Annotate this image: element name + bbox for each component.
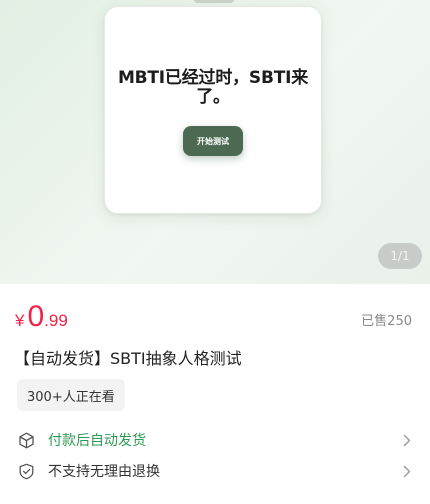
currency-symbol: ¥ <box>15 311 25 330</box>
preview-card: MBTI已经过时，SBTI来了。 开始测试 <box>104 6 322 214</box>
product-image-carousel[interactable]: MBTI已经过时，SBTI来了。 开始测试 1/1 <box>0 0 430 284</box>
shield-check-icon <box>17 462 35 480</box>
product-title: 【自动发货】SBTI抽象人格测试 <box>14 349 242 368</box>
service-label: 付款后自动发货 <box>48 433 146 449</box>
price-decimal: .99 <box>44 311 68 330</box>
price: ¥ 0 .99 <box>15 300 68 334</box>
price-integer: 0 <box>27 300 45 333</box>
service-auto-delivery[interactable]: 付款后自动发货 <box>17 428 413 452</box>
chevron-right-icon <box>401 433 413 447</box>
image-pager: 1/1 <box>378 243 422 269</box>
top-notch <box>194 0 234 3</box>
start-test-button[interactable]: 开始测试 <box>183 126 243 156</box>
cube-icon <box>17 431 35 449</box>
product-page: MBTI已经过时，SBTI来了。 开始测试 1/1 ¥ 0 .99 已售250 … <box>0 0 430 504</box>
service-label: 不支持无理由退换 <box>48 464 160 480</box>
chevron-right-icon <box>401 464 413 478</box>
viewers-badge: 300+人正在看 <box>17 379 125 411</box>
sold-count: 已售250 <box>361 314 412 329</box>
card-title: MBTI已经过时，SBTI来了。 <box>117 68 309 107</box>
service-no-return[interactable]: 不支持无理由退换 <box>17 459 413 483</box>
